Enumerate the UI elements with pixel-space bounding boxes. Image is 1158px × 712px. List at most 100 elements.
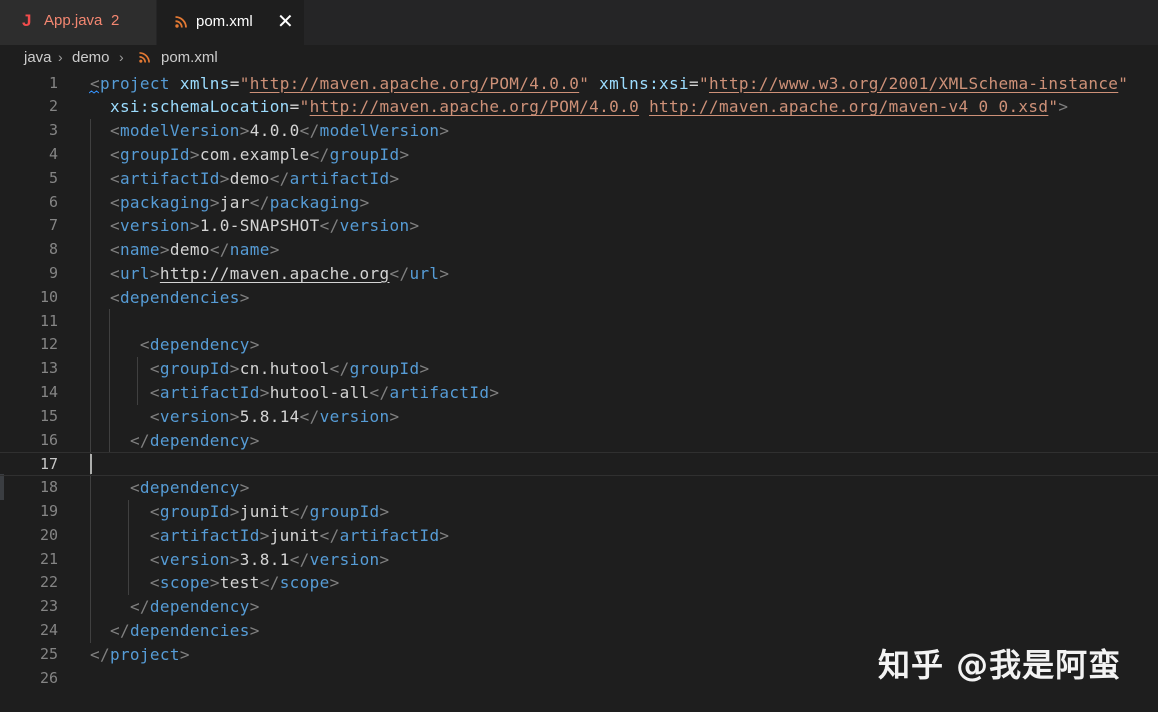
code-line[interactable]: 14 <artifactId>hutool-all</artifactId> (0, 381, 1158, 405)
token-tag: > (259, 382, 270, 402)
code-line[interactable]: 1 <project xmlns="http://maven.apache.org… (0, 72, 1158, 96)
code-line[interactable]: 15 <version>5.8.14</version> (0, 405, 1158, 429)
token-tag: </ (129, 597, 150, 617)
token-str: " (579, 73, 590, 93)
token-text: junit (239, 501, 290, 521)
code-line[interactable]: 20 <artifactId>junit</artifactId> (0, 524, 1158, 548)
token-name: groupId (349, 359, 420, 379)
line-number: 23 (39, 597, 58, 616)
token-str: " (699, 73, 709, 93)
line-number: 10 (39, 287, 58, 306)
editor-tab-bar: J App.java 2 pom.xml ✕ (0, 0, 1158, 45)
tab-pom-xml[interactable]: pom.xml ✕ (157, 0, 304, 45)
token-tag: </ (249, 192, 270, 212)
token-tag: < (109, 216, 120, 236)
code-line[interactable]: 9 <url>http://maven.apache.org</url> (0, 262, 1158, 286)
token-name: artifactId (289, 168, 390, 188)
token-str (639, 97, 649, 116)
code-line[interactable]: 23 </dependency> (0, 595, 1158, 619)
token-name: dependency (149, 430, 250, 450)
token-tag: > (219, 168, 230, 188)
code-line[interactable]: 16 </dependency> (0, 429, 1158, 453)
token-tag: < (149, 406, 160, 426)
token-name: artifactId (389, 382, 490, 402)
token-tag: > (439, 121, 450, 141)
token-tag: > (189, 144, 200, 164)
problem-count-badge: 2 (111, 12, 120, 29)
token-tag: </ (259, 573, 280, 593)
token-tag: < (149, 382, 160, 402)
code-line[interactable]: 5 <artifactId>demo</artifactId> (0, 167, 1158, 191)
token-attr: xmlns (179, 73, 230, 93)
token-tag: > (229, 501, 240, 521)
code-line[interactable]: 18 <dependency> (0, 476, 1158, 500)
token-name: groupId (309, 501, 380, 521)
token-tag: </ (129, 430, 150, 450)
token-str: " (239, 73, 250, 93)
code-editor[interactable]: 1 <project xmlns="http://maven.apache.org… (0, 71, 1158, 712)
code-line[interactable]: 4 <groupId>com.example</groupId> (0, 143, 1158, 167)
token-name: groupId (119, 144, 190, 164)
code-line[interactable]: 10 <dependencies> (0, 286, 1158, 310)
code-text: <modelVersion>4.0.0</modelVersion> (90, 119, 449, 143)
code-line[interactable]: 2 xsi:schemaLocation="http://maven.apach… (0, 95, 1158, 119)
token-tag: > (329, 573, 340, 593)
code-line[interactable]: 12 <dependency> (0, 333, 1158, 357)
breadcrumb: java › demo › pom.xml (0, 45, 1158, 71)
token-tag: < (129, 478, 140, 498)
line-number: 19 (39, 501, 58, 520)
code-line[interactable]: 8 <name>demo</name> (0, 238, 1158, 262)
code-line[interactable]: 7 <version>1.0-SNAPSHOT</version> (0, 214, 1158, 238)
token-tag: > (229, 406, 240, 426)
code-text: <artifactId>junit</artifactId> (90, 524, 449, 548)
token-tag: < (149, 549, 160, 569)
token-tag: </ (289, 549, 310, 569)
token-name: project (99, 73, 170, 93)
line-number: 21 (39, 549, 58, 568)
code-line[interactable]: 21 <version>3.8.1</version> (0, 548, 1158, 572)
code-line[interactable]: 17 (0, 452, 1158, 477)
token-name: version (309, 549, 380, 569)
token-eq: = (229, 73, 240, 93)
code-line[interactable]: 6 <packaging>jar</packaging> (0, 191, 1158, 215)
code-line[interactable]: 13 <groupId>cn.hutool</groupId> (0, 357, 1158, 381)
breadcrumb-item-java[interactable]: java (24, 49, 52, 66)
code-text: <scope>test</scope> (90, 571, 340, 595)
line-number: 7 (48, 216, 58, 235)
token-tag: < (109, 144, 120, 164)
token-tag: > (439, 263, 450, 283)
breadcrumb-item-demo[interactable]: demo (72, 49, 110, 66)
token-tag: </ (90, 644, 110, 664)
token-tag: > (419, 359, 430, 379)
token-name: modelVersion (319, 121, 440, 141)
code-line[interactable]: 19 <groupId>junit</groupId> (0, 500, 1158, 524)
code-line[interactable]: 3 <modelVersion>4.0.0</modelVersion> (0, 119, 1158, 143)
code-line[interactable]: 11 (0, 310, 1158, 334)
code-text: <version>3.8.1</version> (90, 548, 390, 572)
close-icon[interactable]: ✕ (277, 9, 294, 33)
token-attr: xsi:schemaLocation (109, 97, 290, 117)
code-text: </dependency> (90, 429, 260, 453)
tab-app-java[interactable]: J App.java 2 (0, 0, 156, 45)
line-number: 9 (48, 263, 58, 282)
token-eq: = (689, 73, 699, 93)
line-number: 17 (39, 455, 58, 474)
code-line[interactable]: 22 <scope>test</scope> (0, 571, 1158, 595)
breadcrumb-item-pom-xml[interactable]: pom.xml (161, 49, 218, 66)
code-text: <groupId>com.example</groupId> (90, 143, 409, 167)
token-tag: > (149, 263, 160, 283)
token-name: artifactId (159, 525, 260, 545)
line-number: 4 (48, 144, 58, 163)
token-name: dependencies (129, 620, 250, 640)
token-tag: > (249, 335, 260, 355)
code-text: </project> (90, 643, 190, 667)
token-tag: > (209, 192, 220, 212)
